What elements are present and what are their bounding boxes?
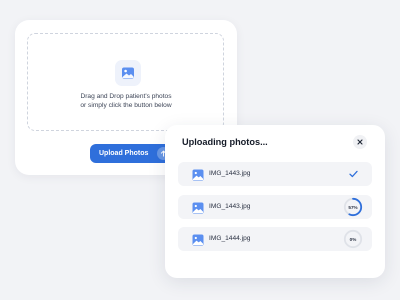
progress-ring: 57% (343, 197, 363, 217)
drop-instructions-line2: or simply click the button below (80, 102, 172, 109)
panel-title: Uploading photos... (182, 137, 268, 147)
progress-ring: 0% (343, 229, 363, 249)
file-name: IMG_1444.jpg (209, 235, 251, 242)
progress-percent: 57% (348, 204, 358, 210)
file-name: IMG_1443.jpg (209, 203, 251, 210)
image-icon (192, 201, 204, 214)
progress-percent: 0% (349, 236, 357, 242)
upload-photos-button[interactable]: Upload Photos (90, 144, 175, 163)
check-icon (343, 164, 363, 184)
image-icon (192, 233, 204, 246)
image-icon (192, 168, 204, 181)
file-name: IMG_1443.jpg (209, 170, 251, 177)
upload-photos-label: Upload Photos (99, 150, 149, 157)
close-button[interactable] (353, 135, 367, 149)
upload-progress-panel: Uploading photos... IMG_1443.jpg IMG_144… (165, 125, 385, 278)
file-row[interactable]: IMG_1444.jpg 0% (178, 227, 372, 251)
image-icon (115, 60, 141, 86)
file-row[interactable]: IMG_1443.jpg 57% (178, 195, 372, 219)
drop-instructions-line1: Drag and Drop patient's photos (80, 93, 172, 100)
file-row[interactable]: IMG_1443.jpg (178, 162, 372, 186)
close-icon (357, 139, 363, 145)
